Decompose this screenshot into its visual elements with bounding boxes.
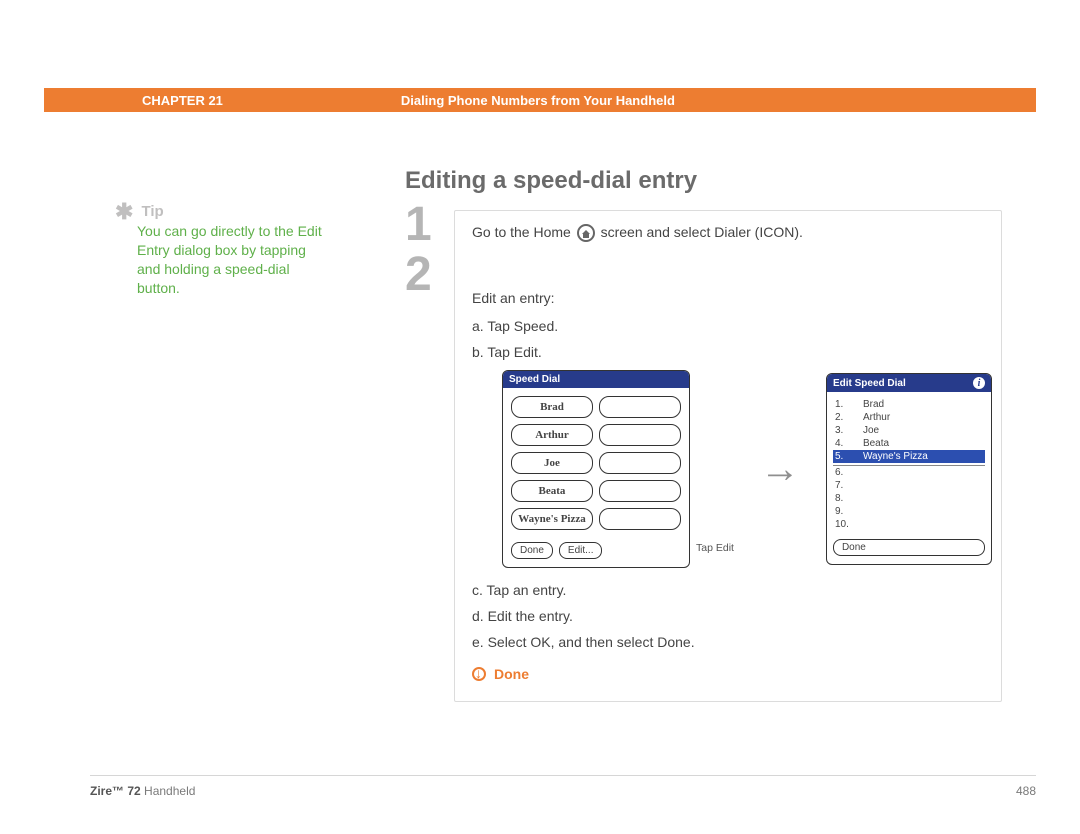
row-name: Arthur (863, 411, 890, 424)
row-name: Wayne's Pizza (863, 450, 928, 463)
step-2-body: Edit an entry: a. Tap Speed. b. Tap Edit… (472, 290, 1020, 682)
product-bold: Zire™ 72 (90, 784, 141, 798)
step1-text-a: Go to the Home (472, 224, 571, 240)
diagram-row: Speed Dial Brad Arthur Joe Beata Wayne's… (502, 370, 1020, 568)
row-number: 4. (835, 437, 853, 450)
tip-body: You can go directly to the Edit Entry di… (137, 222, 325, 298)
row-name: Beata (863, 437, 889, 450)
edit-speed-dial-list: 1. Brad 2. Arthur 3. Joe 4. Beata 5. Wayne's Pizz… (827, 392, 991, 535)
info-icon[interactable]: i (973, 377, 985, 389)
row-number: 10. (835, 518, 853, 531)
section-title: Editing a speed-dial entry (405, 167, 697, 195)
substep-a: a. Tap Speed. (472, 318, 1020, 334)
speed-dial-entry[interactable]: Wayne's Pizza (511, 508, 593, 530)
speed-dial-entry[interactable]: Joe (511, 452, 593, 474)
row-number: 8. (835, 492, 853, 505)
row-number: 7. (835, 479, 853, 492)
tip-label: Tip (141, 203, 163, 220)
tip-block: ✱ Tip You can go directly to the Edit En… (115, 203, 325, 298)
substep-d: d. Edit the entry. (472, 608, 1020, 624)
edit-speed-dial-titlebar: Edit Speed Dial i (827, 374, 991, 392)
edit-speed-dial-row[interactable]: 6. (833, 466, 985, 479)
chapter-title: Dialing Phone Numbers from Your Handheld (401, 93, 675, 108)
speed-dial-titlebar: Speed Dial (503, 371, 689, 388)
edit-speed-dial-row[interactable]: 2. Arthur (833, 411, 985, 424)
edit-speed-dial-row[interactable]: 5. Wayne's Pizza (833, 450, 985, 463)
row-number: 2. (835, 411, 853, 424)
speed-dial-footer: Done Edit... (503, 538, 689, 567)
edit-speed-dial-row[interactable]: 10. (833, 518, 985, 531)
speed-dial-entry-empty[interactable] (599, 452, 681, 474)
edit-speed-dial-done-button[interactable]: Done (833, 539, 985, 556)
step-number-2: 2 (405, 250, 432, 300)
edit-speed-dial-row[interactable]: 7. (833, 479, 985, 492)
speed-dial-entry-empty[interactable] (599, 396, 681, 418)
row-number: 6. (835, 466, 853, 479)
substep-c: c. Tap an entry. (472, 582, 1020, 598)
product-name: Zire™ 72 Handheld (90, 784, 195, 798)
speed-dial-window: Speed Dial Brad Arthur Joe Beata Wayne's… (502, 370, 690, 568)
speed-dial-entry-empty[interactable] (599, 480, 681, 502)
step-number-1: 1 (405, 200, 432, 250)
home-icon (577, 224, 595, 242)
done-indicator: Done (472, 666, 1020, 682)
edit-speed-dial-row[interactable]: 1. Brad (833, 398, 985, 411)
row-name: Joe (863, 424, 879, 437)
tip-header: ✱ Tip (115, 203, 325, 220)
done-arrow-icon (472, 667, 486, 681)
edit-speed-dial-window: Edit Speed Dial i 1. Brad 2. Arthur 3. Joe 4. B… (826, 373, 992, 565)
footer-rule (90, 775, 1036, 776)
step1-text-b: screen and select Dialer (ICON). (601, 224, 803, 240)
edit-speed-dial-title: Edit Speed Dial (833, 378, 906, 389)
speed-dial-entry[interactable]: Brad (511, 396, 593, 418)
edit-speed-dial-row[interactable]: 8. (833, 492, 985, 505)
speed-dial-entry[interactable]: Beata (511, 480, 593, 502)
step-numbers: 1 2 (405, 200, 432, 301)
page-footer: Zire™ 72 Handheld 488 (90, 784, 1036, 798)
product-rest: Handheld (141, 784, 196, 798)
page-number: 488 (1016, 784, 1036, 798)
tap-edit-caption: Tap Edit (696, 542, 734, 554)
substep-e: e. Select OK, and then select Done. (472, 634, 1020, 650)
chapter-label: CHAPTER 21 (142, 93, 223, 108)
asterisk-icon: ✱ (115, 205, 133, 219)
edit-speed-dial-row[interactable]: 3. Joe (833, 424, 985, 437)
row-number: 1. (835, 398, 853, 411)
speed-dial-title: Speed Dial (509, 374, 560, 385)
speed-dial-grid: Brad Arthur Joe Beata Wayne's Pizza (503, 388, 689, 538)
edit-speed-dial-footer: Done (827, 535, 991, 564)
step2-intro: Edit an entry: (472, 290, 1020, 306)
done-label: Done (494, 666, 529, 682)
speed-dial-entry-empty[interactable] (599, 508, 681, 530)
row-number: 5. (835, 450, 853, 463)
speed-dial-entry-empty[interactable] (599, 424, 681, 446)
step-1-body: Go to the Home screen and select Dialer … (472, 224, 1020, 242)
row-name: Brad (863, 398, 884, 411)
speed-dial-done-button[interactable]: Done (511, 542, 553, 559)
edit-speed-dial-row[interactable]: 9. (833, 505, 985, 518)
row-number: 9. (835, 505, 853, 518)
edit-speed-dial-row[interactable]: 4. Beata (833, 437, 985, 450)
speed-dial-edit-button[interactable]: Edit... (559, 542, 603, 559)
chapter-header: CHAPTER 21 Dialing Phone Numbers from Yo… (44, 88, 1036, 112)
arrow-right-icon: → (760, 447, 800, 492)
substep-b: b. Tap Edit. (472, 344, 1020, 360)
row-number: 3. (835, 424, 853, 437)
speed-dial-entry[interactable]: Arthur (511, 424, 593, 446)
